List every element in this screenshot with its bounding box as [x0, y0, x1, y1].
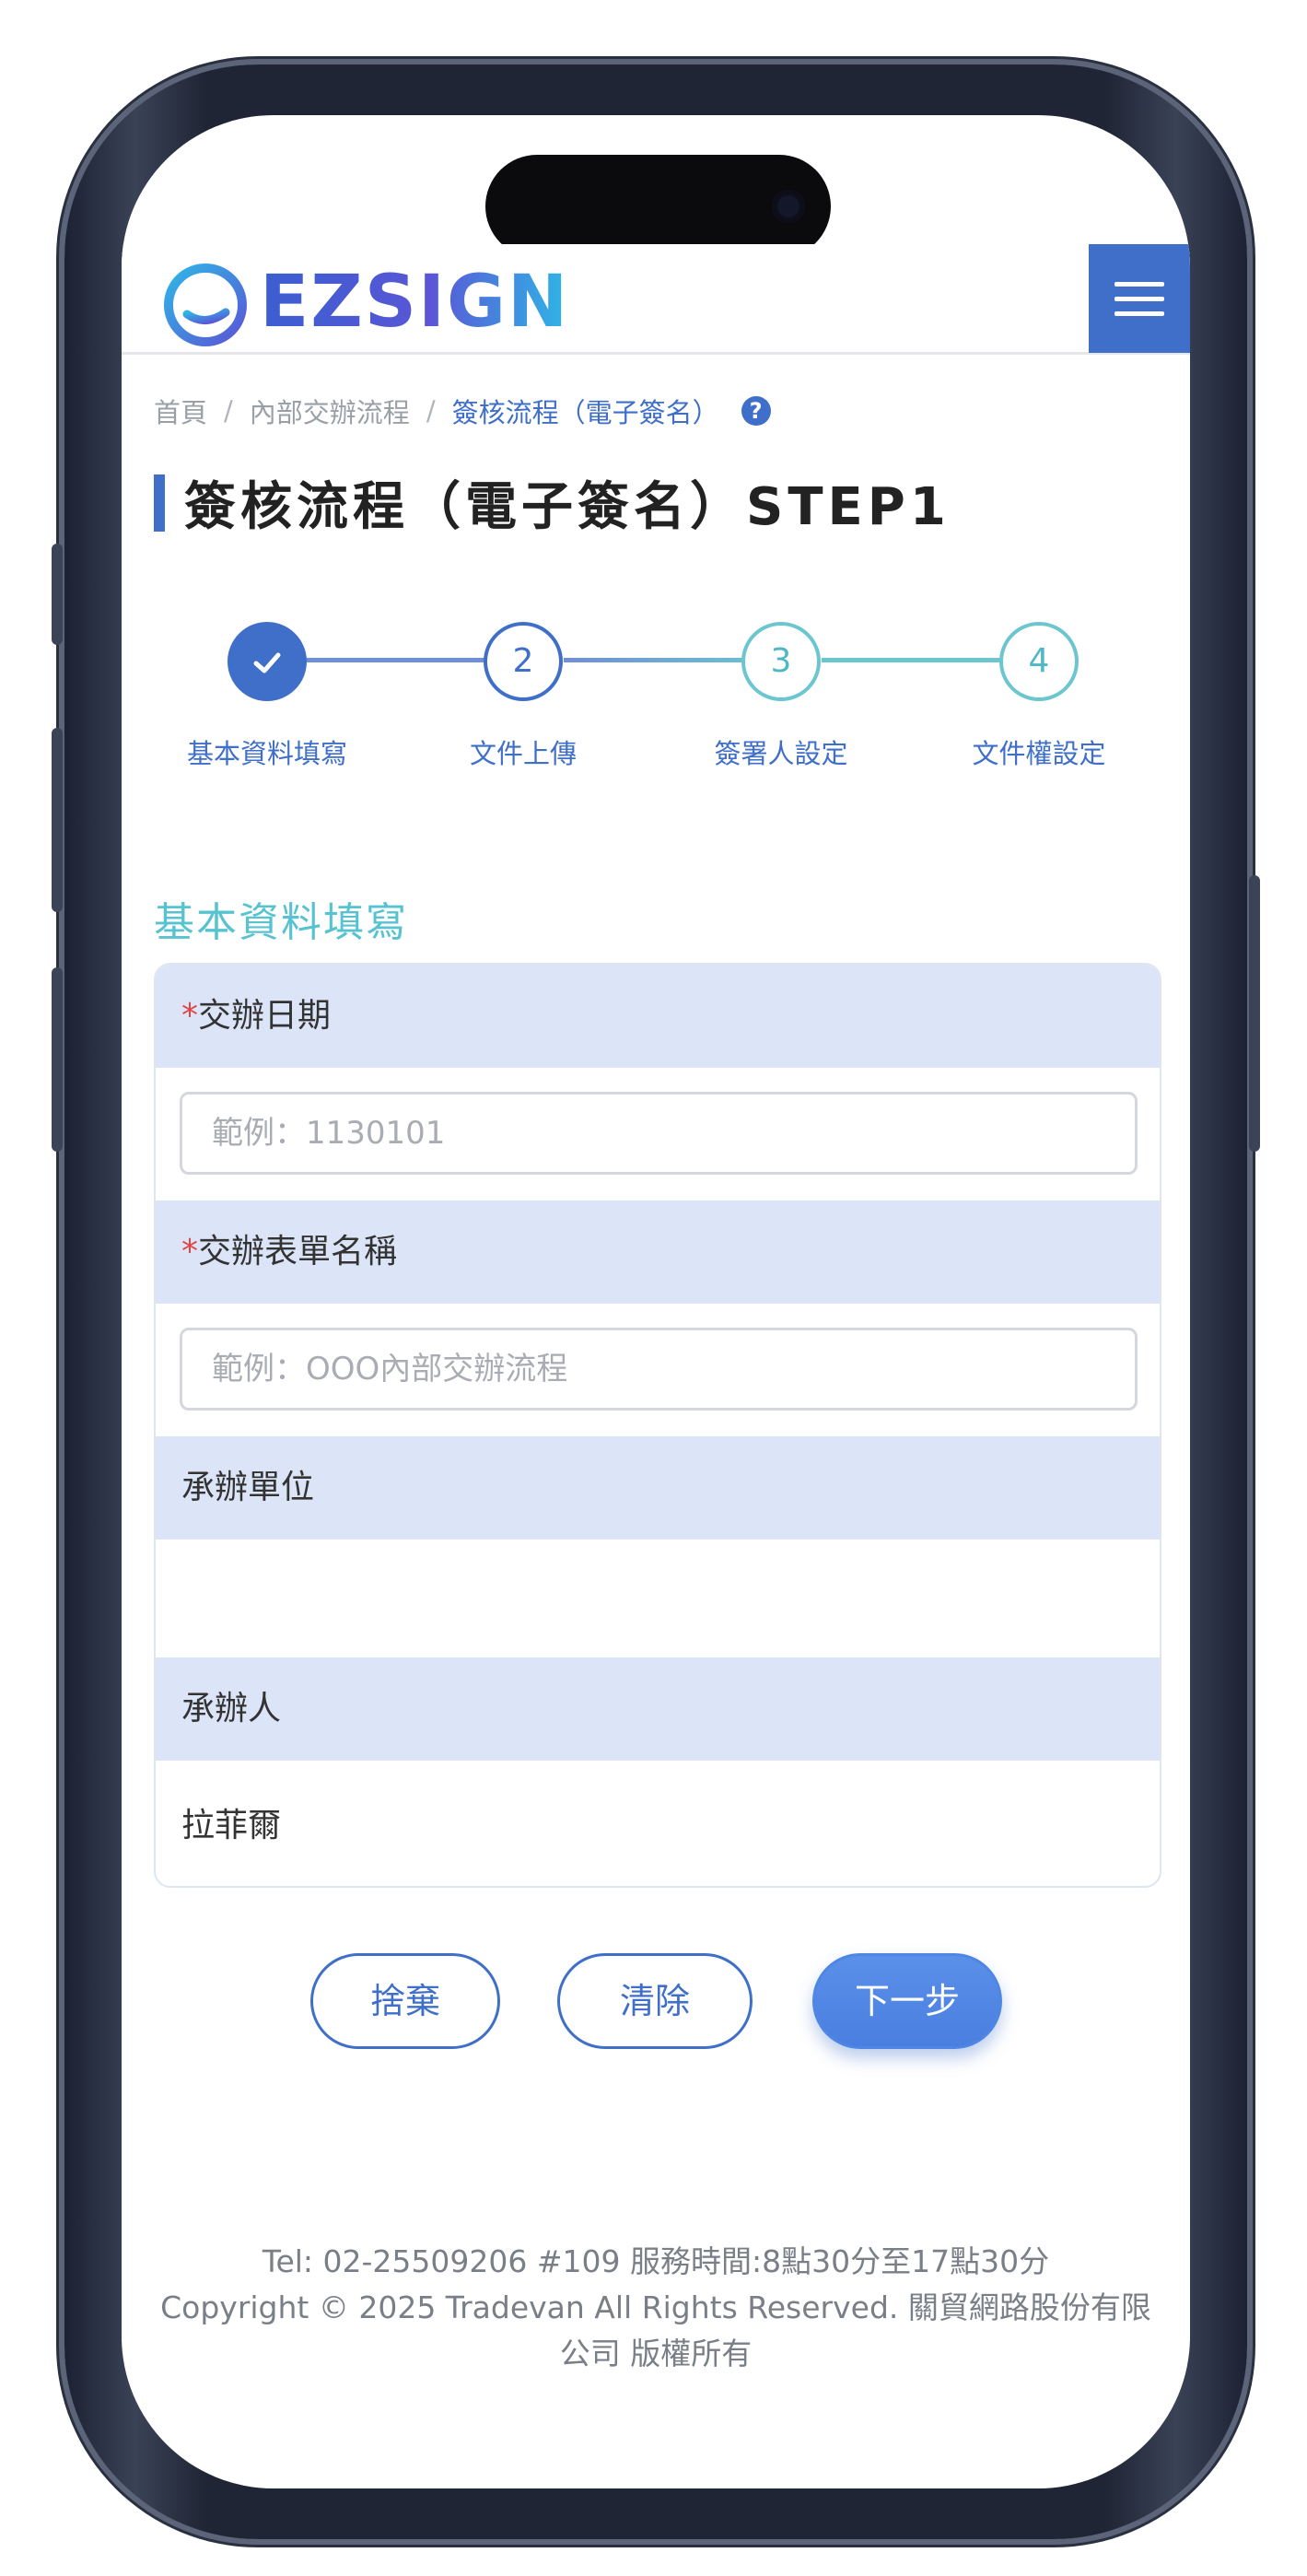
date-label-text: 交辦日期: [198, 997, 332, 1035]
step-3-label: 簽署人設定: [714, 738, 848, 769]
volume-up-button: [52, 728, 63, 912]
section-title: 基本資料填寫: [154, 899, 408, 946]
title-accent-bar: [154, 474, 165, 532]
phone-screen: EZSIGN 首頁 / 內部交辦流程 / 簽核流程（電子簽名） ? 簽核流程（電…: [122, 115, 1190, 2488]
step-4-circle: 4: [999, 622, 1079, 701]
page-title: 簽核流程（電子簽名）STEP1: [184, 477, 951, 537]
breadcrumb-current: 簽核流程（電子簽名）: [451, 397, 719, 428]
unit-label: 承辦單位: [156, 1436, 1160, 1540]
breadcrumb-separator: /: [224, 395, 233, 427]
step-1-label: 基本資料填寫: [186, 738, 347, 769]
phone-frame: EZSIGN 首頁 / 內部交辦流程 / 簽核流程（電子簽名） ? 簽核流程（電…: [52, 64, 1260, 2539]
breadcrumb-internal-flow[interactable]: 內部交辦流程: [250, 392, 410, 430]
step-2-label: 文件上傳: [469, 738, 577, 769]
next-step-button[interactable]: 下一步: [812, 1953, 1002, 2049]
volume-down-button: [52, 967, 63, 1152]
breadcrumb-separator: /: [426, 395, 436, 427]
check-icon: [253, 652, 281, 673]
ezsign-logo-icon: [164, 263, 247, 346]
handler-value: 拉菲爾: [181, 1807, 282, 1844]
form-name-input[interactable]: [180, 1328, 1138, 1411]
action-button: [52, 544, 63, 645]
clear-button[interactable]: 清除: [557, 1953, 753, 2049]
step-1-circle: [228, 622, 307, 701]
step-3-circle: 3: [741, 622, 821, 701]
hamburger-menu-icon[interactable]: [1089, 244, 1190, 353]
footer-copyright: Copyright © 2025 Tradevan All Rights Res…: [160, 2289, 1151, 2371]
form-name-label-text: 交辦表單名稱: [198, 1233, 398, 1270]
handler-label: 承辦人: [156, 1657, 1160, 1761]
site-footer: Tel: 02-25509206 #109 服務時間:8點30分至17點30分 …: [158, 2239, 1153, 2377]
front-camera-icon: [772, 190, 805, 223]
required-mark: *: [181, 1233, 198, 1270]
breadcrumb: 首頁 / 內部交辦流程 / 簽核流程（電子簽名） ?: [154, 392, 771, 430]
footer-contact: Tel: 02-25509206 #109 服務時間:8點30分至17點30分: [262, 2243, 1050, 2279]
discard-button[interactable]: 捨棄: [310, 1953, 500, 2049]
step-4-label: 文件權設定: [972, 738, 1106, 769]
breadcrumb-home[interactable]: 首頁: [154, 392, 207, 430]
basic-info-form: *交辦日期 *交辦表單名稱 承辦單位 承辦人 拉菲爾: [154, 963, 1161, 1888]
power-button: [1249, 875, 1260, 1152]
logo-text[interactable]: EZSIGN: [260, 261, 569, 344]
date-input[interactable]: [180, 1092, 1138, 1175]
question-circle-icon[interactable]: ?: [741, 396, 771, 426]
required-mark: *: [181, 997, 198, 1035]
site-header: EZSIGN: [122, 244, 1190, 355]
dynamic-island: [485, 155, 831, 258]
step-2-circle: 2: [484, 622, 563, 701]
step-progress: 2 3 4 基本資料填寫 文件上傳 簽署人設定 文件權設定: [122, 585, 1190, 769]
form-name-label: *交辦表單名稱: [156, 1200, 1160, 1304]
date-label: *交辦日期: [156, 965, 1160, 1068]
